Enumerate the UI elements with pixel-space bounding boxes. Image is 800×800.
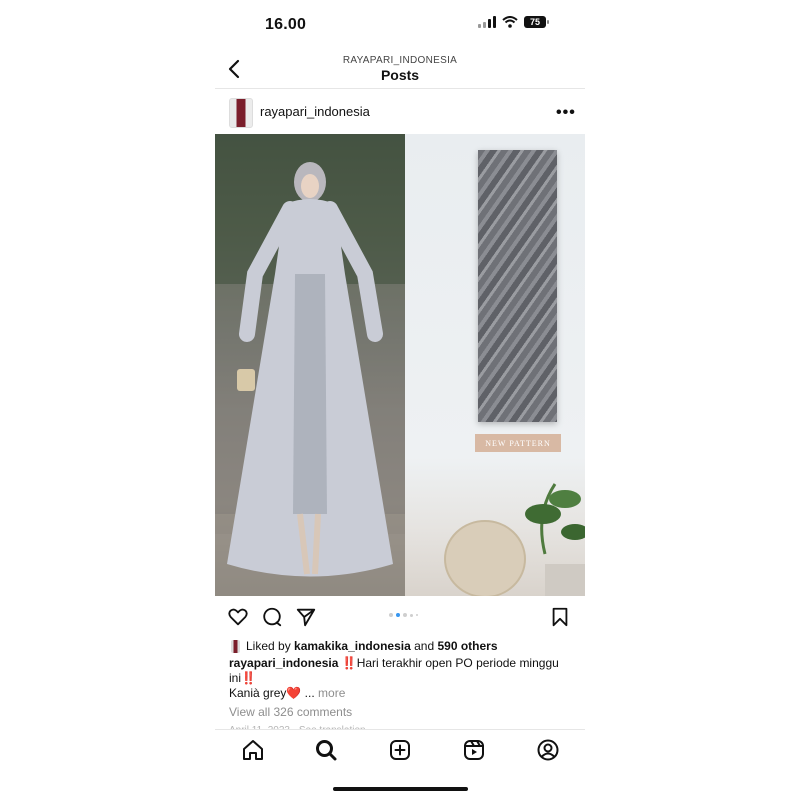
carousel-dot — [389, 613, 393, 617]
decor-illustration — [444, 483, 585, 596]
home-icon[interactable] — [241, 738, 265, 762]
caption-ellipsis: ... — [304, 686, 315, 700]
header-account-name: RAYAPARI_INDONESIA — [342, 55, 458, 66]
post-photo-fabric[interactable]: NEW PATTERN — [405, 134, 585, 596]
post-photo-model[interactable] — [215, 134, 405, 596]
likes-middle: and — [410, 639, 438, 653]
create-post-icon[interactable] — [388, 738, 412, 762]
header-divider — [215, 88, 585, 89]
view-comments-link[interactable]: View all 326 comments — [229, 705, 352, 719]
home-indicator[interactable] — [333, 787, 468, 791]
like-heart-icon[interactable] — [227, 606, 249, 628]
caption-marks-end: ‼️ — [241, 671, 256, 685]
wifi-icon — [502, 16, 518, 28]
caption-more-link[interactable]: more — [318, 686, 345, 700]
page-title: Posts — [380, 67, 420, 83]
status-icons: 75 — [478, 16, 549, 28]
save-bookmark-icon[interactable] — [549, 606, 571, 628]
carousel-dot — [410, 613, 413, 617]
back-chevron-icon[interactable] — [224, 58, 246, 80]
model-figure — [215, 134, 405, 596]
profile-icon[interactable] — [536, 738, 560, 762]
caption-marks: ‼️ — [341, 656, 357, 670]
post-username[interactable]: rayapari_indonesia — [260, 104, 370, 119]
liker-avatar — [231, 639, 240, 653]
likes-prefix: Liked by — [246, 639, 295, 653]
share-send-icon[interactable] — [295, 606, 317, 628]
nav-divider — [215, 729, 585, 730]
caption-line2: Kanià grey — [229, 686, 287, 700]
comment-icon[interactable] — [261, 606, 283, 628]
carousel-dot-active — [396, 613, 400, 617]
carousel-dot — [416, 614, 418, 616]
search-icon[interactable] — [314, 738, 338, 762]
cellular-signal-icon — [478, 16, 496, 28]
avatar[interactable] — [229, 98, 253, 128]
post-caption: rayapari_indonesia ‼️Hari terakhir open … — [229, 656, 579, 701]
status-time: 16.00 — [265, 16, 307, 33]
heart-emoji: ❤️ — [286, 686, 302, 700]
battery-icon: 75 — [524, 16, 549, 28]
more-options-icon[interactable]: ••• — [556, 104, 576, 122]
carousel-dot — [403, 613, 407, 617]
reels-icon[interactable] — [462, 738, 486, 762]
carousel-indicator — [389, 613, 418, 617]
caption-username[interactable]: rayapari_indonesia — [229, 656, 338, 670]
liker-username[interactable]: kamakika_indonesia — [294, 639, 411, 653]
likes-summary[interactable]: Liked by kamakika_indonesia and 590 othe… — [231, 639, 498, 653]
likes-count[interactable]: 590 others — [437, 639, 497, 653]
